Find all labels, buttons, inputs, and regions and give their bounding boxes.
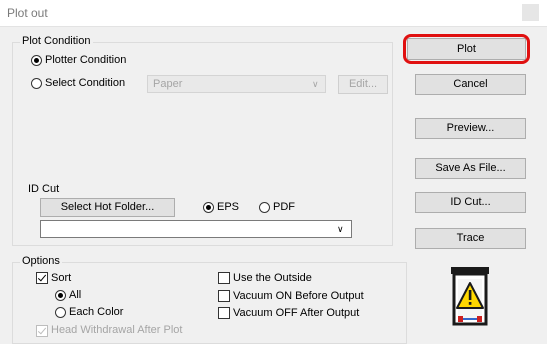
eps-label: EPS: [217, 201, 240, 213]
plotter-condition-radio[interactable]: [31, 55, 42, 66]
plotter-warning-icon: [451, 267, 489, 326]
window-control-icon[interactable]: [522, 4, 539, 21]
window-title: Plot out: [7, 6, 48, 20]
vacuum-on-label: Vacuum ON Before Output: [233, 290, 364, 302]
id-cut-button-label: ID Cut...: [450, 196, 491, 208]
edit-button-label: Edit...: [348, 78, 378, 90]
plot-condition-label: Plot Condition: [20, 35, 93, 47]
sort-checkbox[interactable]: [36, 272, 48, 284]
preview-button[interactable]: Preview...: [415, 118, 526, 139]
save-as-file-button-label: Save As File...: [435, 162, 506, 174]
vacuum-off-checkbox[interactable]: [218, 307, 230, 319]
preview-button-label: Preview...: [446, 122, 495, 134]
head-withdrawal-label: Head Withdrawal After Plot: [51, 324, 183, 336]
cancel-button-label: Cancel: [453, 78, 488, 90]
select-hot-folder-label: Select Hot Folder...: [60, 201, 155, 213]
each-color-label: Each Color: [69, 306, 124, 318]
id-cut-button[interactable]: ID Cut...: [415, 192, 526, 213]
all-label: All: [69, 289, 82, 301]
select-condition-label: Select Condition: [45, 77, 126, 89]
options-label: Options: [20, 255, 62, 267]
save-as-file-button[interactable]: Save As File...: [415, 158, 526, 179]
pdf-label: PDF: [273, 201, 295, 213]
title-bar: Plot out: [0, 0, 547, 27]
each-color-radio[interactable]: [55, 307, 66, 318]
select-condition-radio[interactable]: [31, 78, 42, 89]
plotter-condition-label: Plotter Condition: [45, 54, 127, 66]
condition-select-value: Paper: [153, 78, 183, 90]
select-hot-folder-button[interactable]: Select Hot Folder...: [40, 198, 175, 217]
sort-label: Sort: [51, 272, 72, 284]
chevron-down-icon: ∨: [312, 79, 319, 89]
vacuum-on-checkbox[interactable]: [218, 290, 230, 302]
head-withdrawal-checkbox[interactable]: [36, 325, 48, 337]
use-outside-checkbox[interactable]: [218, 272, 230, 284]
trace-button[interactable]: Trace: [415, 228, 526, 249]
pdf-radio[interactable]: [259, 202, 270, 213]
use-outside-label: Use the Outside: [233, 272, 312, 284]
id-cut-label: ID Cut: [28, 183, 60, 195]
all-radio[interactable]: [55, 290, 66, 301]
hot-folder-path-select[interactable]: ∨: [40, 220, 352, 238]
edit-button[interactable]: Edit...: [338, 75, 388, 94]
eps-radio[interactable]: [203, 202, 214, 213]
chevron-down-icon: ∨: [337, 224, 344, 234]
plot-button-highlight: [403, 34, 530, 64]
condition-select[interactable]: Paper ∨: [147, 75, 326, 93]
cancel-button[interactable]: Cancel: [415, 74, 526, 95]
vacuum-off-label: Vacuum OFF After Output: [233, 307, 360, 319]
trace-button-label: Trace: [456, 232, 485, 244]
